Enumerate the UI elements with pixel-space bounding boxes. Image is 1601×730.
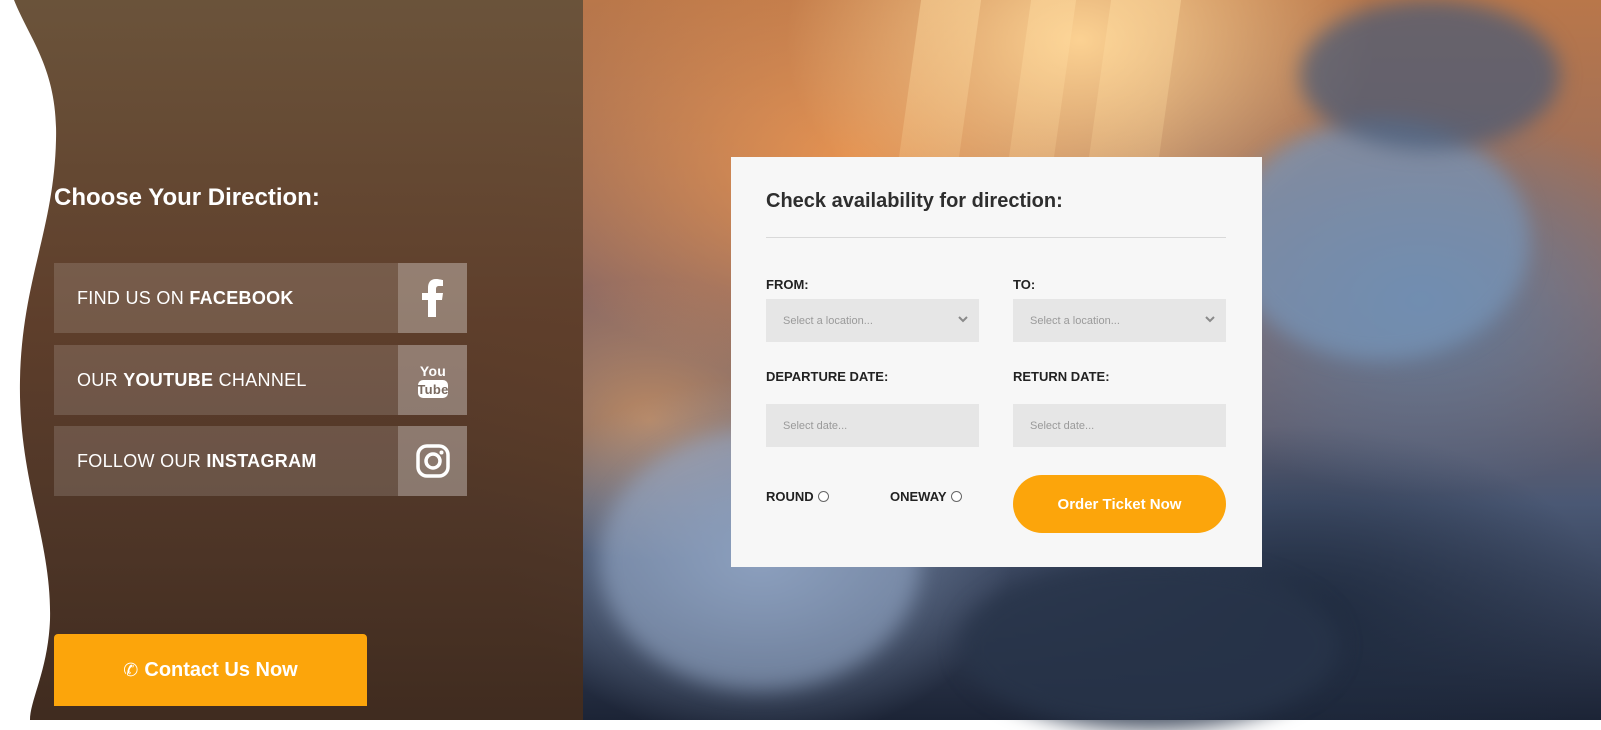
social-brand: INSTAGRAM bbox=[206, 450, 317, 471]
to-select[interactable]: Select a location... bbox=[1013, 299, 1226, 342]
social-brand: FACEBOOK bbox=[189, 287, 294, 308]
booking-card: Check availability for direction: FROM: … bbox=[731, 157, 1262, 567]
oneway-label: ONEWAY bbox=[890, 489, 947, 504]
round-radio[interactable]: ROUND bbox=[766, 489, 829, 504]
svg-text:You: You bbox=[419, 363, 445, 379]
departure-date-label: DEPARTURE DATE: bbox=[766, 369, 889, 384]
social-prefix: OUR bbox=[77, 369, 124, 390]
youtube-icon-box: You Tube bbox=[398, 345, 467, 415]
cloud bbox=[1230, 120, 1530, 360]
oneway-radio[interactable]: ONEWAY bbox=[890, 489, 962, 504]
direction-title: Choose Your Direction: bbox=[54, 184, 320, 211]
instagram-icon-box bbox=[398, 426, 467, 496]
svg-text:Tube: Tube bbox=[417, 382, 448, 397]
to-placeholder: Select a location... bbox=[1030, 314, 1120, 327]
oneway-radio-circle[interactable] bbox=[950, 491, 962, 502]
return-date-label: RETURN DATE: bbox=[1013, 369, 1110, 384]
cloud bbox=[960, 560, 1340, 730]
booking-title: Check availability for direction: bbox=[766, 190, 1063, 212]
facebook-icon-box bbox=[398, 263, 467, 333]
round-radio-circle[interactable] bbox=[817, 491, 829, 502]
departure-date-input[interactable]: Select date... bbox=[766, 404, 979, 447]
social-suffix: CHANNEL bbox=[213, 369, 307, 390]
from-label: FROM: bbox=[766, 277, 809, 292]
youtube-link[interactable]: OUR YOUTUBE CHANNEL You Tube bbox=[54, 345, 467, 415]
social-brand: YOUTUBE bbox=[123, 369, 214, 390]
facebook-icon bbox=[421, 279, 443, 317]
order-ticket-label: Order Ticket Now bbox=[1057, 495, 1182, 513]
contact-us-label: Contact Us Now bbox=[144, 658, 298, 681]
instagram-icon bbox=[415, 444, 450, 478]
return-date-input[interactable]: Select date... bbox=[1013, 404, 1226, 447]
to-label: TO: bbox=[1013, 277, 1036, 292]
chevron-down-icon bbox=[1205, 316, 1215, 323]
cloud bbox=[1300, 0, 1560, 150]
social-prefix: FIND US ON bbox=[77, 287, 190, 308]
youtube-icon: You Tube bbox=[417, 363, 448, 398]
contact-us-button[interactable]: ✆ Contact Us Now bbox=[54, 634, 367, 706]
return-placeholder: Select date... bbox=[1030, 419, 1095, 432]
instagram-link[interactable]: FOLLOW OUR INSTAGRAM bbox=[54, 426, 467, 496]
from-placeholder: Select a location... bbox=[783, 314, 873, 327]
social-prefix: FOLLOW OUR bbox=[77, 450, 207, 471]
round-label: ROUND bbox=[766, 489, 814, 504]
order-ticket-button[interactable]: Order Ticket Now bbox=[1013, 475, 1226, 533]
phone-icon: ✆ bbox=[123, 659, 139, 680]
departure-placeholder: Select date... bbox=[783, 419, 848, 432]
chevron-down-icon bbox=[958, 316, 968, 323]
from-select[interactable]: Select a location... bbox=[766, 299, 979, 342]
facebook-link[interactable]: FIND US ON FACEBOOK bbox=[54, 263, 467, 333]
divider bbox=[766, 237, 1226, 238]
